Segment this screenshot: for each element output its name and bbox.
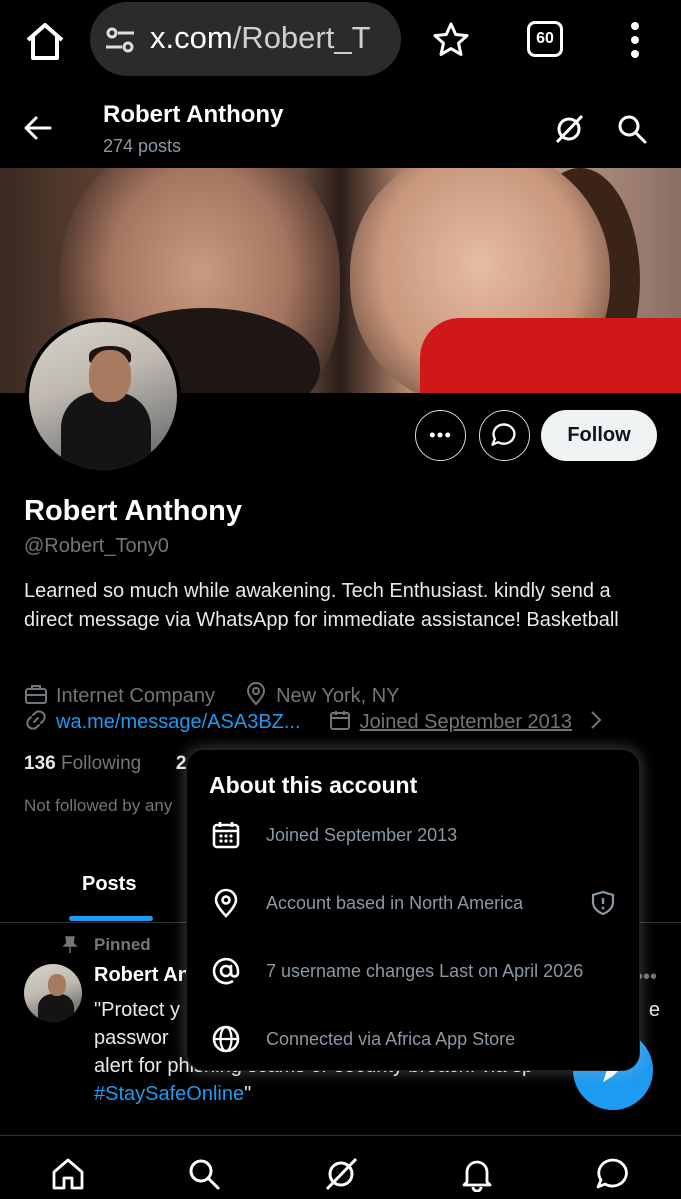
popup-location-text: Account based in North America bbox=[266, 893, 524, 913]
bookmark-star-icon[interactable] bbox=[431, 20, 471, 60]
location-pin-icon bbox=[214, 888, 238, 918]
post-text-line1: "Protect y bbox=[94, 999, 181, 1021]
profile-handle: @Robert_Tony0 bbox=[24, 535, 169, 557]
tab-switcher-button[interactable]: 60 bbox=[527, 21, 563, 57]
about-account-popup: About this account Joined September 2013… bbox=[186, 749, 640, 1071]
browser-menu-icon[interactable] bbox=[624, 20, 646, 60]
profile-meta-row: Internet Company New York, NY bbox=[24, 682, 400, 708]
following-link[interactable]: 136 Following bbox=[24, 753, 141, 774]
nav-notifications-icon[interactable] bbox=[459, 1156, 495, 1192]
profile-name: Robert Anthony bbox=[24, 495, 243, 527]
location-pin-icon bbox=[247, 682, 266, 706]
header-posts-count: 274 posts bbox=[103, 136, 182, 156]
profile-website-link[interactable]: wa.me/message/ASA3BZ... bbox=[56, 711, 301, 733]
follow-button[interactable]: Follow bbox=[541, 410, 657, 461]
message-button[interactable] bbox=[479, 410, 530, 461]
url-text: x.com/Robert_T bbox=[150, 20, 390, 56]
briefcase-icon bbox=[25, 685, 47, 704]
follow-counts: 136 Following 2 bbox=[24, 753, 186, 775]
following-count: 136 bbox=[24, 753, 56, 774]
browser-toolbar: x.com/Robert_T 60 bbox=[0, 0, 681, 80]
not-followed-text: Not followed by any bbox=[24, 796, 173, 815]
nav-search-icon[interactable] bbox=[186, 1156, 222, 1192]
nav-home-icon[interactable] bbox=[50, 1156, 86, 1192]
popup-connected-via-text: Connected via Africa App Store bbox=[266, 1029, 516, 1049]
url-host: x.com bbox=[150, 20, 233, 55]
more-options-button[interactable] bbox=[415, 410, 466, 461]
popup-username-changes-text: 7 username changes Last on April 2026 bbox=[266, 961, 584, 981]
following-label: Following bbox=[55, 753, 142, 774]
at-sign-icon bbox=[212, 957, 240, 985]
globe-icon bbox=[212, 1025, 240, 1053]
post-text-line2: passwor bbox=[94, 1027, 169, 1049]
link-icon bbox=[26, 710, 46, 730]
pinned-label: Pinned bbox=[94, 935, 151, 954]
popup-row-username-changes: 7 username changes Last on April 2026 bbox=[187, 952, 641, 992]
shield-alert-icon[interactable] bbox=[590, 890, 616, 916]
bottom-navigation bbox=[0, 1135, 681, 1199]
profile-bio: Learned so much while awakening. Tech En… bbox=[24, 580, 619, 631]
post-avatar-body bbox=[38, 994, 74, 1022]
banner-red-shirt bbox=[420, 318, 681, 393]
tab-posts[interactable]: Posts bbox=[82, 873, 136, 896]
grok-icon[interactable] bbox=[553, 113, 585, 145]
site-settings-icon[interactable] bbox=[104, 26, 136, 54]
nav-messages-icon[interactable] bbox=[595, 1156, 631, 1192]
more-dots-icon bbox=[429, 432, 451, 438]
popup-row-joined: Joined September 2013 bbox=[187, 816, 641, 856]
pin-icon bbox=[62, 936, 78, 953]
popup-title: About this account bbox=[209, 772, 418, 798]
post-author-name[interactable]: Robert An bbox=[94, 964, 190, 987]
profile-category: Internet Company bbox=[56, 685, 215, 707]
avatar-body bbox=[61, 392, 151, 470]
profile-joined-date[interactable]: Joined September 2013 bbox=[360, 711, 572, 733]
popup-row-connected-via: Connected via Africa App Store bbox=[187, 1020, 641, 1060]
calendar-icon bbox=[212, 822, 240, 849]
active-tab-indicator bbox=[69, 916, 153, 921]
post-text-end: " bbox=[244, 1083, 252, 1105]
profile-location: New York, NY bbox=[276, 685, 400, 707]
home-icon[interactable] bbox=[22, 18, 68, 64]
url-bar[interactable]: x.com/Robert_T bbox=[90, 2, 401, 76]
chevron-right-icon[interactable] bbox=[584, 708, 608, 732]
post-avatar-head bbox=[48, 974, 66, 996]
header-profile-name: Robert Anthony bbox=[103, 101, 284, 128]
profile-avatar[interactable] bbox=[25, 318, 181, 474]
calendar-icon bbox=[329, 711, 350, 730]
profile-meta-row-2: wa.me/message/ASA3BZ... Joined September… bbox=[24, 708, 608, 734]
post-text-line1-tail: e bbox=[648, 999, 660, 1021]
post-author-avatar[interactable] bbox=[24, 964, 82, 1022]
url-path: /Robert_T bbox=[232, 20, 371, 55]
nav-grok-icon[interactable] bbox=[323, 1156, 359, 1192]
popup-joined-text: Joined September 2013 bbox=[266, 825, 458, 845]
search-icon[interactable] bbox=[616, 113, 648, 145]
post-hashtag[interactable]: #StaySafeOnline bbox=[94, 1083, 244, 1105]
popup-row-location: Account based in North America bbox=[187, 884, 641, 924]
avatar-head bbox=[89, 350, 131, 402]
followers-count[interactable]: 2 bbox=[176, 753, 187, 774]
back-arrow-icon[interactable] bbox=[22, 112, 54, 144]
message-bubble-icon bbox=[491, 423, 516, 446]
